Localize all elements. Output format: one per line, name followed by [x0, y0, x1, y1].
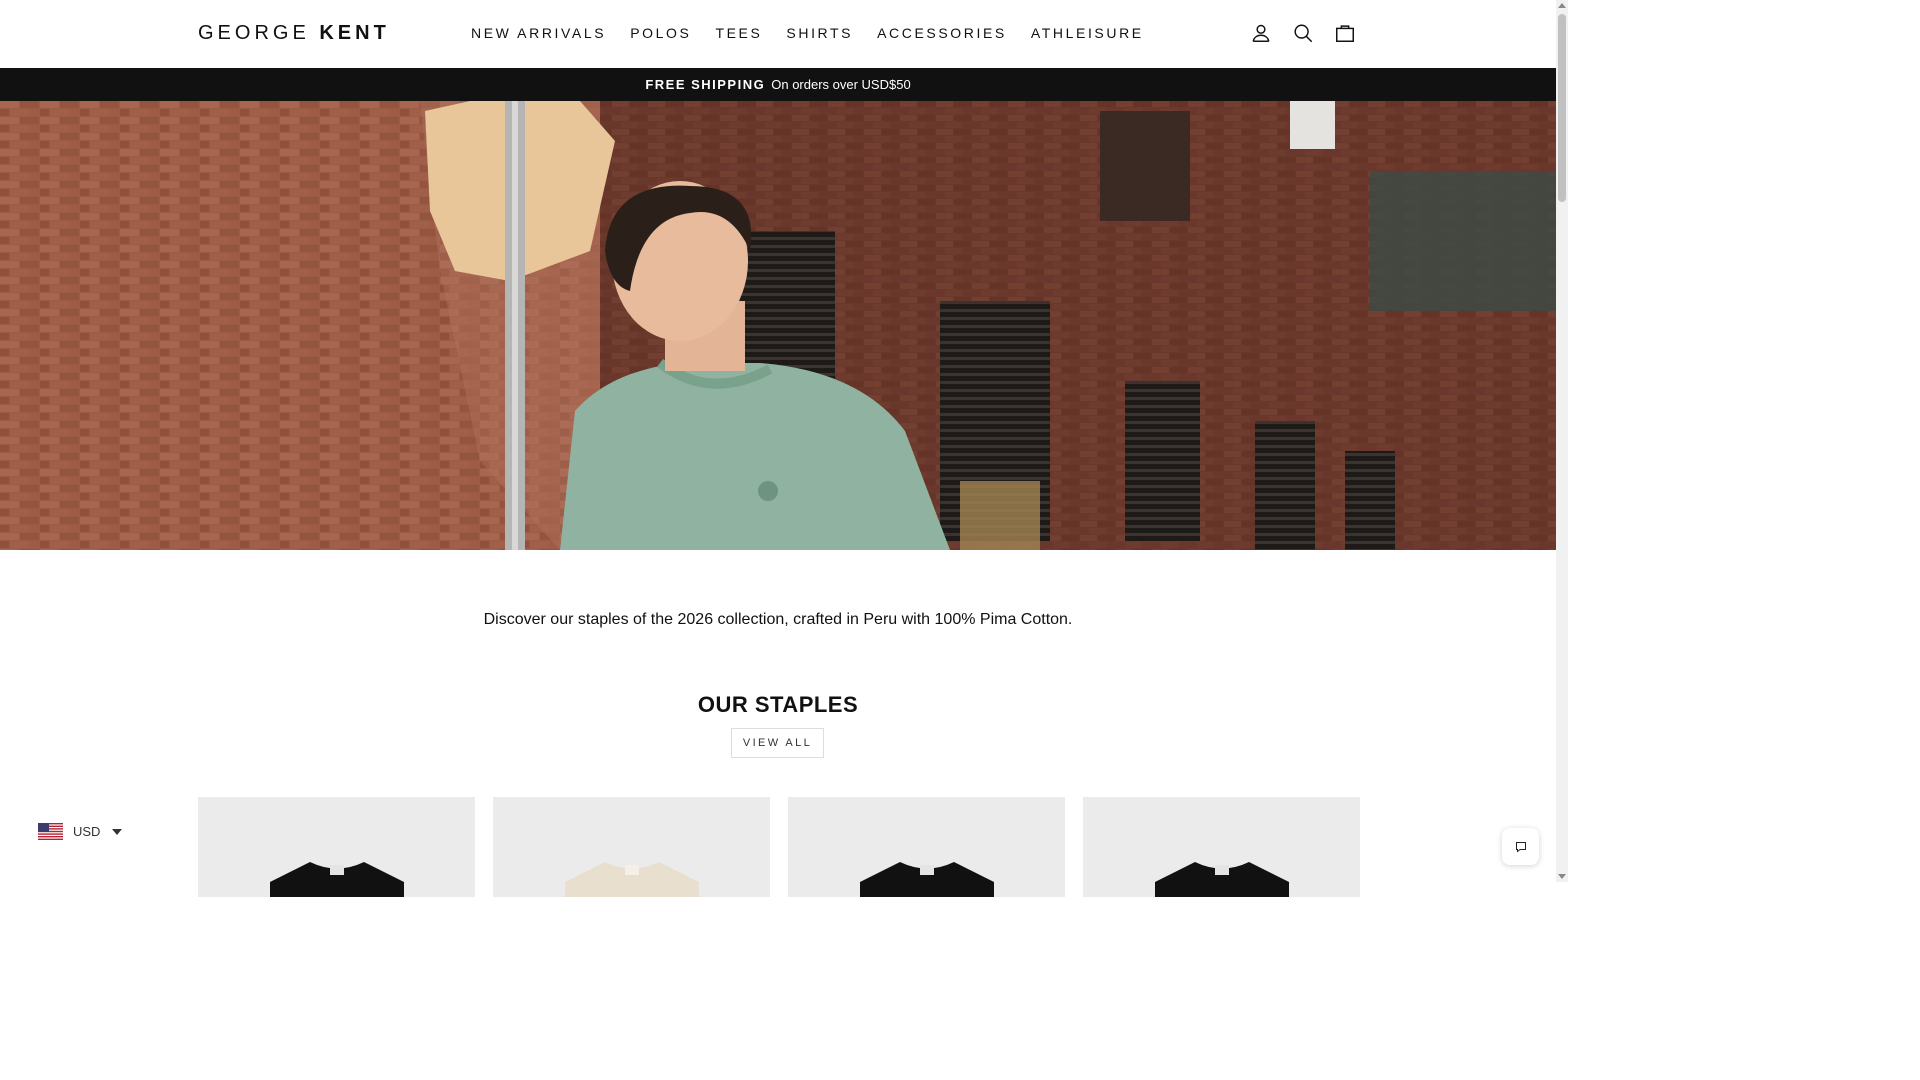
nav-item-accessories[interactable]: ACCESSORIES [877, 25, 1007, 41]
product-card[interactable] [198, 797, 475, 897]
tshirt-image [565, 862, 699, 897]
main-nav: NEW ARRIVALS POLOS TEES SHIRTS ACCESSORI… [471, 25, 1168, 41]
scroll-thumb[interactable] [1558, 14, 1566, 202]
scroll-up-arrow[interactable] [1558, 3, 1566, 8]
product-card[interactable] [1083, 797, 1360, 897]
logo-text-light: GEORGE [198, 22, 310, 44]
us-flag-icon [38, 823, 63, 840]
view-all-button[interactable]: VIEW ALL [731, 728, 824, 758]
tshirt-image [860, 862, 994, 897]
nav-item-polos[interactable]: POLOS [630, 25, 691, 41]
header-icons [1250, 22, 1356, 44]
announcement-bar: FREE SHIPPING On orders over USD$50 [0, 68, 1556, 101]
site-header: GEORGE KENT NEW ARRIVALS POLOS TEES SHIR… [0, 0, 1556, 68]
currency-selector[interactable]: USD [38, 823, 123, 840]
product-card[interactable] [493, 797, 770, 897]
announcement-strong: FREE SHIPPING [645, 77, 766, 92]
tshirt-image [270, 862, 404, 897]
chat-icon [1515, 841, 1526, 853]
chevron-down-icon [112, 828, 123, 835]
nav-item-athleisure[interactable]: ATHLEISURE [1031, 25, 1144, 41]
section-title: OUR STAPLES [697, 692, 859, 717]
nav-item-tees[interactable]: TEES [715, 25, 762, 41]
chat-button[interactable] [1502, 828, 1539, 865]
logo-text-bold: KENT [319, 22, 390, 44]
account-icon[interactable] [1250, 22, 1272, 44]
brand-logo[interactable]: GEORGE KENT [198, 22, 390, 45]
hero-illustration [0, 101, 1556, 550]
product-grid [198, 797, 1360, 897]
nav-item-new-arrivals[interactable]: NEW ARRIVALS [471, 25, 606, 41]
scrollbar[interactable] [1556, 0, 1568, 882]
scroll-down-arrow[interactable] [1558, 874, 1566, 879]
search-icon[interactable] [1292, 22, 1314, 44]
hero-image [0, 101, 1556, 550]
tshirt-image [1155, 862, 1289, 897]
announcement-text: On orders over USD$50 [771, 77, 911, 92]
intro-text: Discover our staples of the 2026 collect… [483, 611, 1073, 628]
currency-code: USD [73, 824, 101, 839]
nav-item-shirts[interactable]: SHIRTS [786, 25, 853, 41]
cart-icon[interactable] [1334, 22, 1356, 44]
product-card[interactable] [788, 797, 1065, 897]
